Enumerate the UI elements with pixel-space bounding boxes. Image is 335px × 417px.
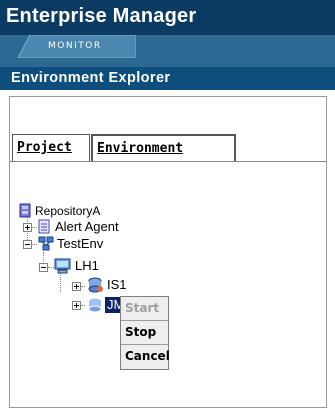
- panel-header: Environment Explorer: [0, 67, 335, 90]
- document-icon: [38, 219, 50, 234]
- tree-node-label: RepositoryA: [35, 204, 101, 218]
- network-icon: [38, 236, 54, 251]
- tree-connector: [81, 286, 85, 287]
- menu-item-stop[interactable]: Stop: [121, 321, 168, 344]
- tab-environment[interactable]: Environment: [91, 134, 236, 162]
- menu-item-label: Cancel: [125, 349, 170, 363]
- menu-item-label: Start: [125, 301, 160, 315]
- expand-toggle[interactable]: [23, 223, 32, 232]
- tree-node-is1[interactable]: IS1: [87, 277, 147, 293]
- tab-divider: [10, 161, 326, 162]
- server-icon: [88, 277, 103, 293]
- panel-title: Environment Explorer: [11, 70, 171, 86]
- computer-icon: [54, 258, 71, 274]
- tab-project[interactable]: Project: [12, 134, 90, 161]
- context-menu: Start Stop Cancel: [120, 296, 170, 370]
- tab-monitor[interactable]: MONITOR: [18, 35, 136, 58]
- tree-node-alert-agent[interactable]: Alert Agent: [38, 219, 158, 235]
- expand-toggle[interactable]: [72, 301, 81, 310]
- tab-monitor-label: MONITOR: [48, 41, 102, 51]
- app-title: Enterprise Manager: [6, 5, 197, 27]
- tree-node-repository[interactable]: RepositoryA: [19, 203, 159, 219]
- app-titlebar: Enterprise Manager: [0, 0, 335, 35]
- menu-item-start[interactable]: Start: [121, 297, 168, 320]
- module-tabstrip: MONITOR: [0, 35, 335, 67]
- queue-server-icon: [88, 297, 102, 313]
- tree-connector: [81, 305, 85, 306]
- tree-node-label: Alert Agent: [55, 219, 119, 234]
- collapse-toggle[interactable]: [39, 263, 48, 272]
- collapse-toggle[interactable]: [23, 240, 32, 249]
- tree-node-label: LH1: [75, 258, 99, 273]
- repository-icon: [19, 203, 31, 218]
- tab-environment-label: Environment: [97, 141, 184, 156]
- tree-node-label: TestEnv: [57, 236, 104, 251]
- tab-project-label: Project: [17, 140, 72, 155]
- tree-node-lh1[interactable]: LH1: [54, 258, 114, 274]
- tree-node-label: IS1: [107, 277, 127, 292]
- expand-toggle[interactable]: [72, 282, 81, 291]
- menu-item-cancel[interactable]: Cancel: [121, 345, 170, 368]
- tree-node-testenv[interactable]: TestEnv: [38, 236, 138, 252]
- tree-connector: [43, 252, 44, 262]
- menu-item-label: Stop: [125, 325, 157, 339]
